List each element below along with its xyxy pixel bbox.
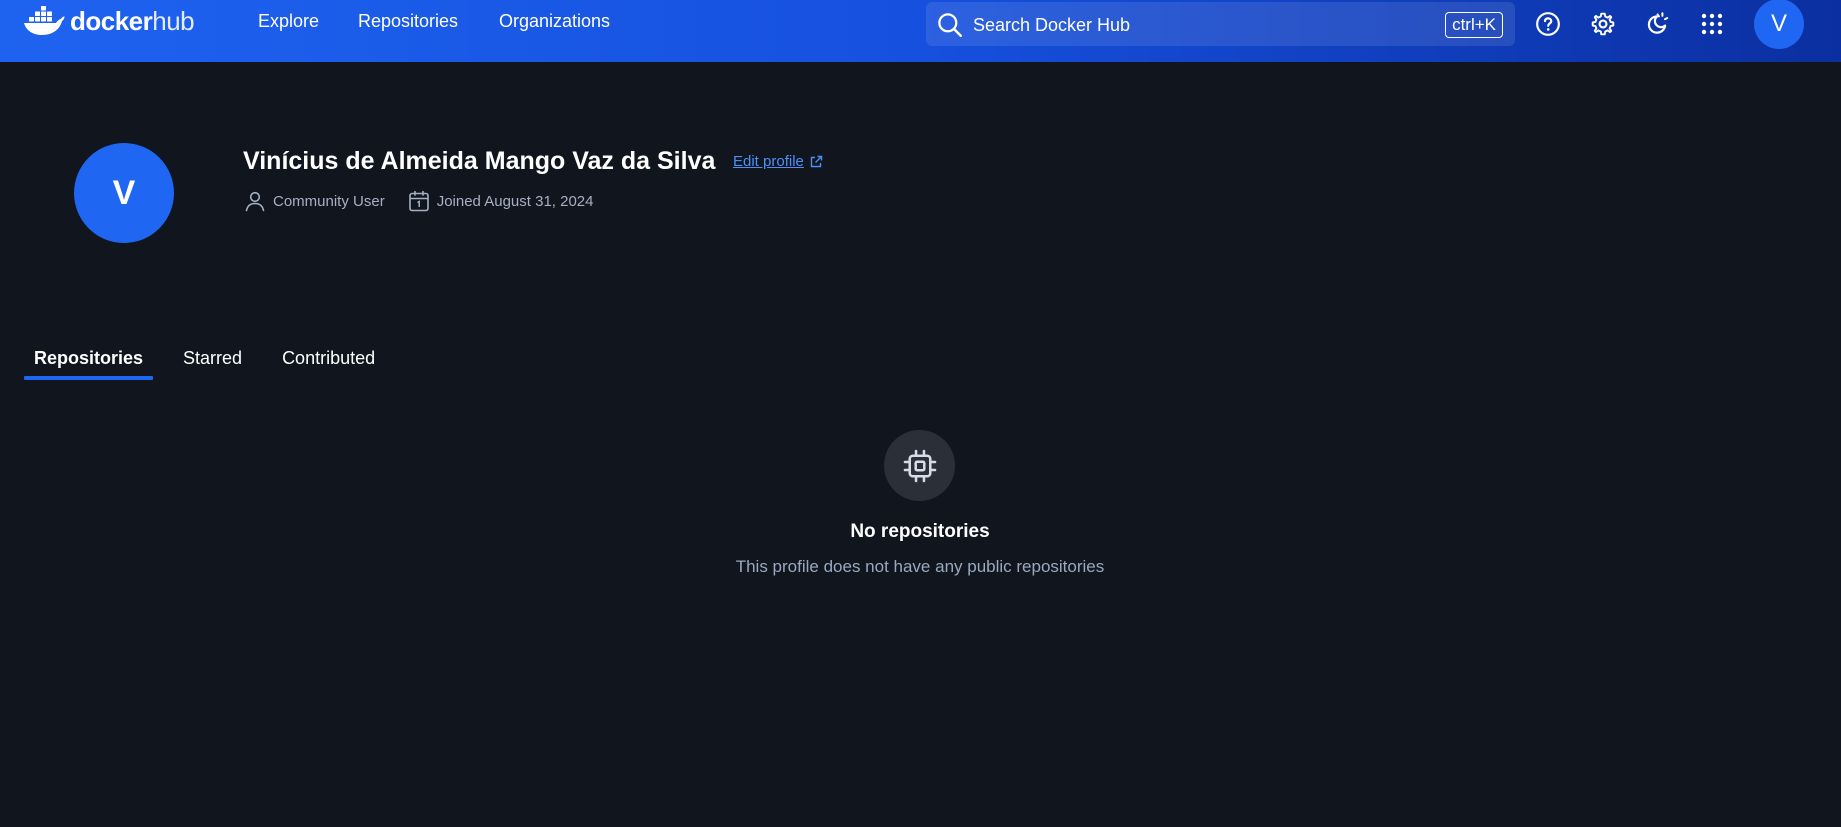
user-avatar-menu[interactable]: V [1754,0,1804,49]
profile-meta: Community User Joined August 31, 2024 [243,188,593,214]
user-type-label: Community User [273,192,385,210]
theme-toggle-button[interactable] [1643,10,1671,38]
nav-link-repositories[interactable]: Repositories [358,10,458,32]
nav-link-organizations[interactable]: Organizations [499,10,610,32]
help-icon [1536,12,1560,36]
empty-state-message: This profile does not have any public re… [735,557,1105,576]
tab-starred[interactable]: Starred [173,346,252,380]
apps-grid-icon [1701,13,1723,35]
tab-contributed[interactable]: Contributed [272,346,385,380]
joined-date: Joined August 31, 2024 [407,189,594,213]
chip-icon [903,449,936,482]
external-link-icon [810,155,823,168]
profile-avatar: V [74,143,174,243]
empty-state-icon-container [884,430,955,501]
docker-hub-logo[interactable]: dockerhub [23,5,195,37]
nav-link-explore[interactable]: Explore [258,10,319,32]
search-placeholder: Search Docker Hub [973,15,1131,35]
empty-state-title: No repositories [850,521,990,542]
theme-toggle-icon [1647,12,1669,34]
joined-date-label: Joined August 31, 2024 [436,192,594,210]
profile-name: Vinícius de Almeida Mango Vaz da Silva [243,147,716,175]
search-shortcut-badge: ctrl+K [1445,12,1503,38]
search-icon [938,13,962,37]
top-navigation-bar: dockerhub Explore Repositories Organizat… [0,0,1841,62]
profile-tabs: Repositories Starred Contributed [24,346,385,380]
settings-button[interactable] [1589,10,1617,38]
help-button[interactable] [1534,10,1562,38]
apps-menu-button[interactable] [1698,10,1726,38]
calendar-icon [408,190,429,212]
user-icon [245,191,265,212]
user-type: Community User [243,189,385,213]
edit-profile-label: Edit profile [733,153,804,170]
search-input[interactable]: Search Docker Hub ctrl+K [926,2,1515,46]
logo-word-hub: hub [152,6,195,36]
docker-whale-icon [24,6,65,35]
edit-profile-link[interactable]: Edit profile [733,153,823,171]
logo-word-docker: docker [70,6,153,36]
tab-repositories[interactable]: Repositories [24,346,154,380]
gear-icon [1591,12,1615,36]
